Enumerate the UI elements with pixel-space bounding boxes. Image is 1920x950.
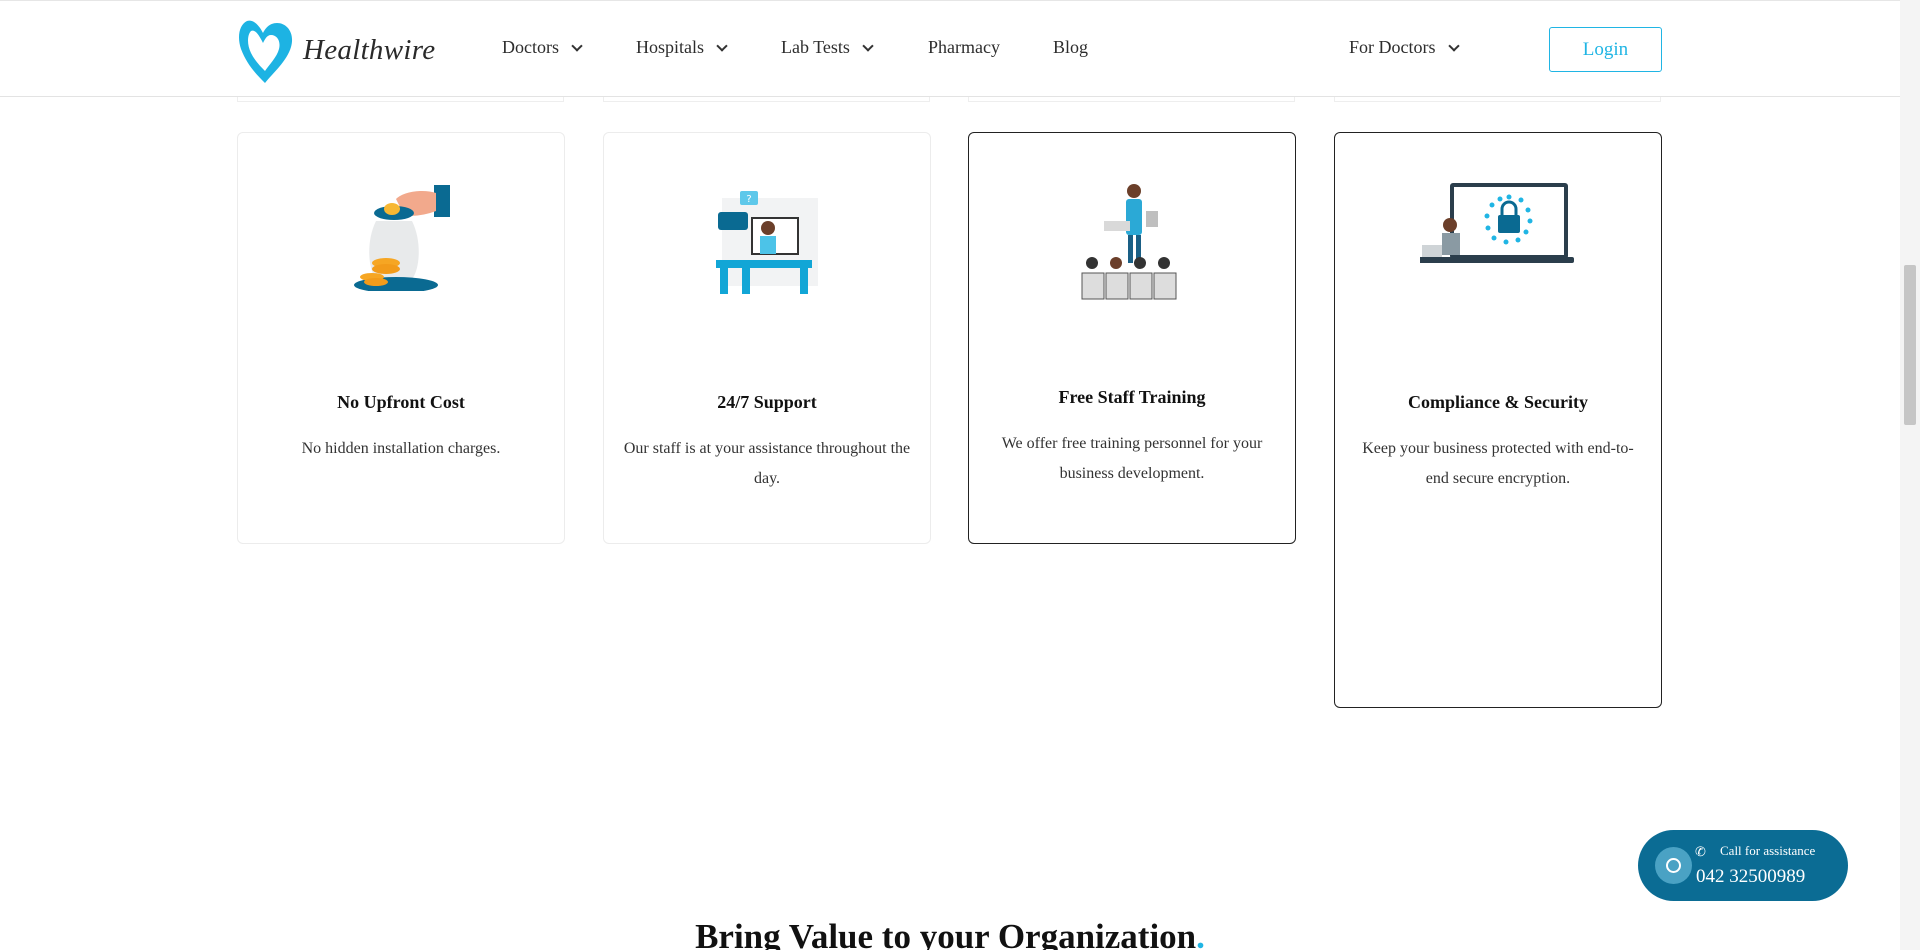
chevron-down-icon	[716, 39, 728, 52]
chevron-down-icon	[571, 39, 583, 52]
feature-desc: Keep your business protected with end-to…	[1362, 440, 1634, 487]
site-header: Healthwire Doctors Hospitals Lab Tests P…	[0, 0, 1900, 97]
feature-title: Compliance & Security	[1408, 392, 1588, 412]
nav-lab-tests-label: Lab Tests	[781, 37, 850, 57]
feature-desc: No hidden installation charges.	[301, 440, 501, 457]
feature-desc: We offer free training personnel for you…	[1001, 435, 1263, 482]
healthwire-logo-icon	[239, 20, 293, 83]
nav-for-doctors-label: For Doctors	[1349, 37, 1436, 57]
scrollbar-thumb[interactable]	[1904, 265, 1916, 425]
money-jar-icon	[354, 185, 450, 291]
nav-hospitals-label: Hospitals	[636, 37, 705, 57]
feature-title: 24/7 Support	[717, 392, 817, 412]
feature-desc: Our staff is at your assistance througho…	[623, 440, 911, 487]
scrollbar-track[interactable]	[1900, 0, 1920, 950]
svg-text:?: ?	[746, 194, 751, 205]
nav-hospitals[interactable]: Hospitals	[636, 37, 728, 58]
nav-doctors-label: Doctors	[502, 37, 559, 57]
call-number: 042 32500989	[1696, 866, 1806, 887]
call-label: Call for assistance	[1720, 843, 1816, 858]
support-agent-icon: ?	[716, 191, 818, 294]
feature-card-support: ? 24/7 Support Our staff is at your assi…	[603, 132, 931, 544]
nav-lab-tests[interactable]: Lab Tests	[781, 37, 874, 58]
brand-name: Healthwire	[303, 33, 436, 66]
nav-blog[interactable]: Blog	[1053, 37, 1088, 58]
section-heading: Bring Value to your Organization.	[0, 917, 1900, 950]
feature-title: No Upfront Cost	[337, 392, 465, 412]
login-button[interactable]: Login	[1549, 27, 1662, 72]
nav-pharmacy[interactable]: Pharmacy	[928, 37, 1000, 58]
nav-pharmacy-label: Pharmacy	[928, 37, 1000, 57]
feature-card-compliance-security: Compliance & Security Keep your business…	[1334, 132, 1662, 708]
training-presentation-icon	[1081, 184, 1177, 300]
call-assistance-widget[interactable]: ✆ Call for assistance 042 32500989	[1638, 830, 1848, 901]
feature-title: Free Staff Training	[1058, 387, 1206, 407]
nav-blog-label: Blog	[1053, 37, 1089, 57]
feature-card-free-staff-training: Free Staff Training We offer free traini…	[968, 132, 1296, 544]
section-heading-dot: .	[1196, 917, 1205, 950]
brand-logo[interactable]: Healthwire	[237, 15, 435, 85]
security-lock-laptop-icon	[1420, 183, 1574, 263]
feature-card-no-upfront-cost: No Upfront Cost No hidden installation c…	[237, 132, 565, 544]
chevron-down-icon	[862, 39, 874, 52]
call-circle-icon	[1655, 847, 1692, 884]
chevron-down-icon	[1447, 39, 1460, 52]
phone-icon: ✆	[1695, 844, 1706, 859]
section-heading-text: Bring Value to your Organization	[695, 917, 1197, 950]
nav-for-doctors[interactable]: For Doctors	[1349, 37, 1460, 58]
nav-doctors[interactable]: Doctors	[502, 37, 583, 58]
